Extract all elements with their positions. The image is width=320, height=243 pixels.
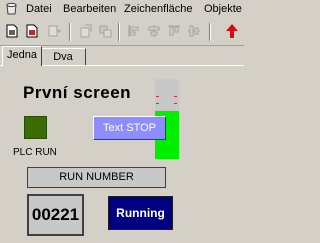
align-left-icon[interactable] [126,23,142,39]
menu-item-objekte[interactable]: Objekte [204,3,242,15]
align-top-icon[interactable] [166,23,182,39]
align-middle-icon[interactable] [186,23,202,39]
gauge-tick [174,96,177,97]
red-up-arrow-icon[interactable] [224,23,240,39]
gauge-tick [156,103,159,104]
align-center-icon[interactable] [146,23,162,39]
gauge-tick [174,103,177,104]
page-title: První screen [23,83,132,102]
menu-item-datei[interactable]: Datei [26,3,52,15]
toolbar-separator [209,23,211,41]
toolbar [0,20,244,46]
app-icon [6,2,17,15]
tab-dva[interactable]: Dva [40,48,86,65]
run-number-value: 00221 [27,194,84,236]
tab-strip: Jedna Dva [0,46,244,66]
text-stop-button[interactable]: Text STOP [93,116,166,140]
running-status-button[interactable]: Running [108,196,173,230]
gauge-tick [156,96,159,97]
menu-item-bearbeiten[interactable]: Bearbeiten [63,3,116,15]
tab-jedna[interactable]: Jedna [2,46,42,66]
copy-format-icon[interactable] [78,23,94,39]
layer-icon[interactable] [98,23,114,39]
run-number-label: RUN NUMBER [27,167,166,188]
plc-run-indicator [24,116,47,139]
new-icon[interactable] [4,23,20,39]
menu-bar: Datei Bearbeiten Zeichenfläche Objekte [0,0,244,20]
menu-item-zeichenflaeche[interactable]: Zeichenfläche [124,3,193,15]
new-red-icon[interactable] [24,23,40,39]
insert-icon[interactable] [46,23,62,39]
toolbar-separator [69,23,71,41]
toolbar-separator [118,23,120,41]
plc-run-label: PLC RUN [13,147,57,158]
